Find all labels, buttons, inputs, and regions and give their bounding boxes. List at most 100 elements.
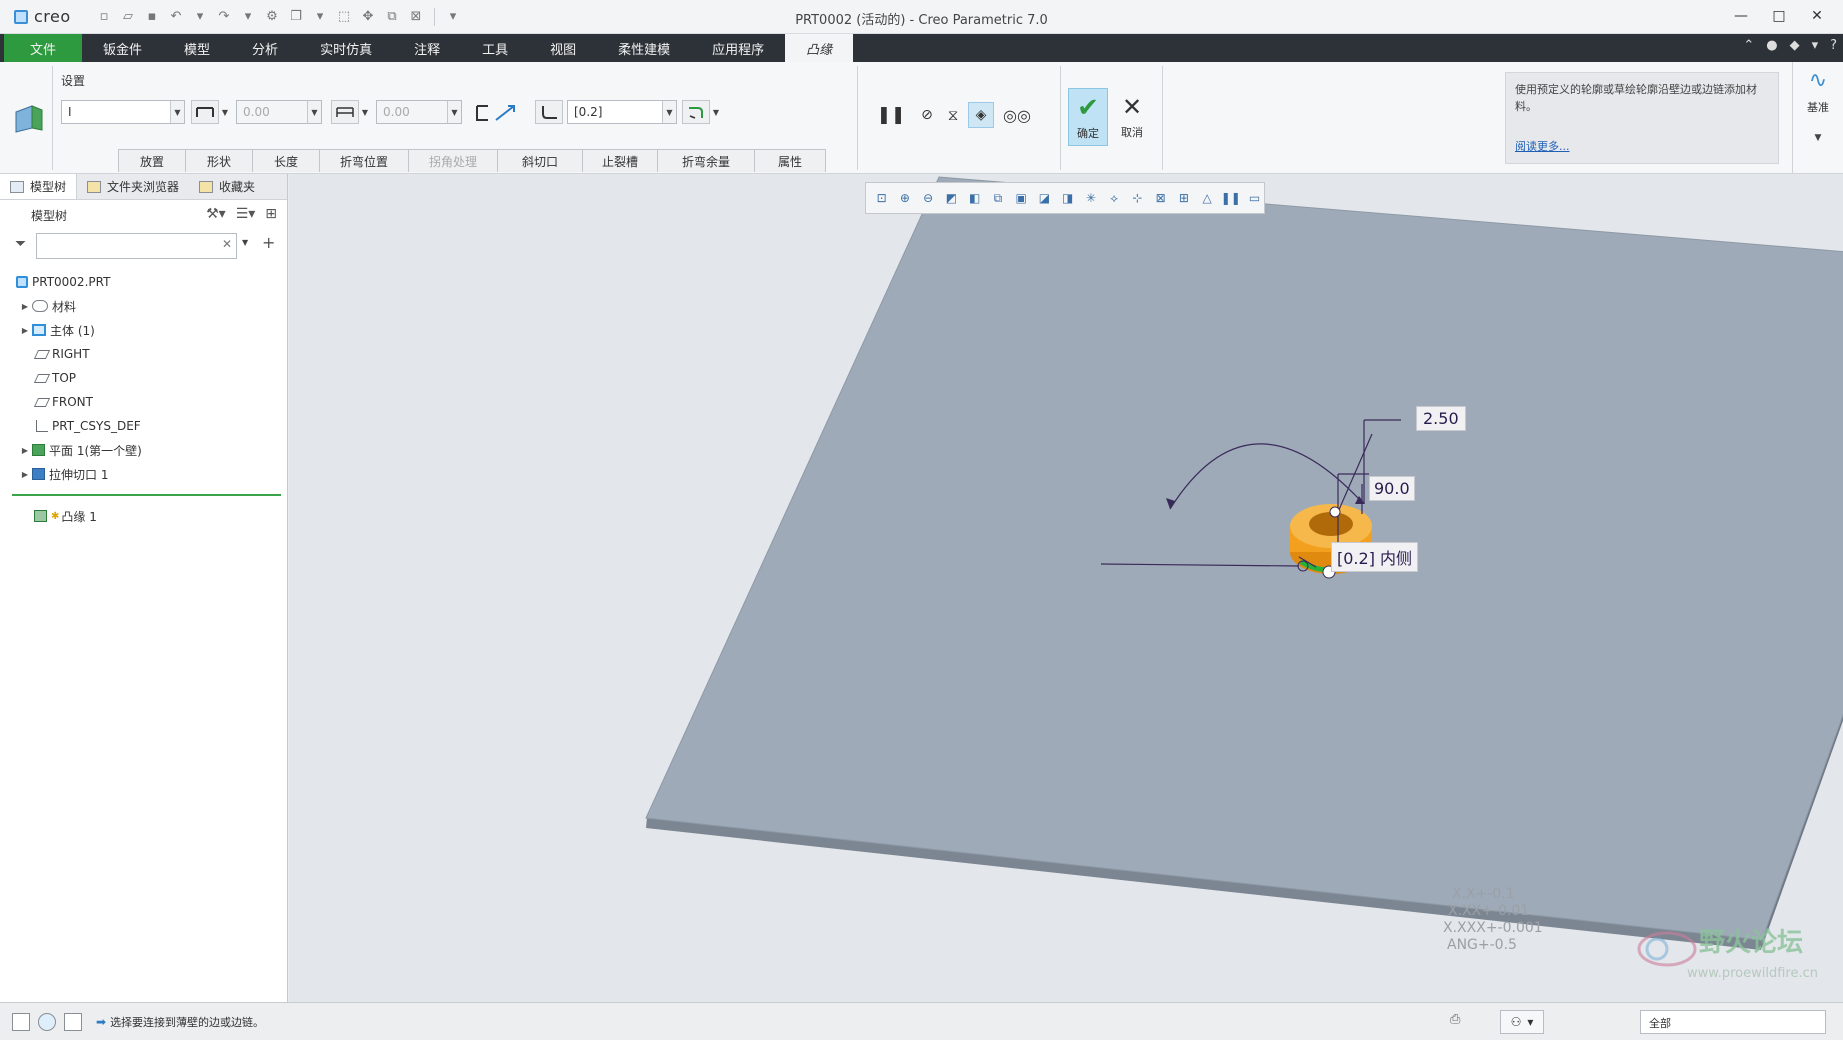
- tree-item-part[interactable]: PRT0002.PRT: [0, 270, 287, 294]
- browser-icon[interactable]: [38, 1013, 56, 1031]
- filter-icon[interactable]: ⏷: [15, 236, 26, 252]
- windows-dropdown-icon[interactable]: ▾: [310, 7, 330, 27]
- tab-placement[interactable]: 放置: [118, 149, 186, 172]
- tab-bend-position[interactable]: 折弯位置: [319, 149, 409, 172]
- menu-model[interactable]: 模型: [163, 34, 231, 62]
- expand-icon[interactable]: ▶: [18, 446, 32, 455]
- tree-settings-icon[interactable]: ⚒▾: [206, 206, 226, 222]
- expand-icon[interactable]: ▶: [18, 470, 32, 479]
- dimension-height[interactable]: 2.50: [1416, 406, 1466, 431]
- tab-corner-treatment[interactable]: 拐角处理: [408, 149, 498, 172]
- minimize-icon[interactable]: —: [1731, 6, 1751, 26]
- length-type-button[interactable]: ▼: [191, 100, 228, 124]
- tree-columns-icon[interactable]: ☰▾: [236, 206, 256, 222]
- undo-dropdown-icon[interactable]: ▾: [190, 7, 210, 27]
- redo-icon[interactable]: ↷: [214, 7, 234, 27]
- add-icon[interactable]: +: [262, 233, 275, 252]
- bend-side-button[interactable]: ▼: [682, 100, 719, 124]
- tree-item-csys[interactable]: PRT_CSYS_DEF: [0, 414, 287, 438]
- tree-item-front[interactable]: FRONT: [0, 390, 287, 414]
- printer-icon[interactable]: ⎙: [1450, 1012, 1472, 1032]
- perspective-icon[interactable]: ◪: [1035, 187, 1054, 209]
- menu-applications[interactable]: 应用程序: [691, 34, 785, 62]
- length2-input[interactable]: 0.00 ▼: [376, 100, 462, 124]
- dimension-radius[interactable]: [0.2] 内侧: [1331, 542, 1419, 572]
- menu-view[interactable]: 视图: [529, 34, 597, 62]
- hide-toolbar-icon[interactable]: ▭: [1245, 187, 1264, 209]
- close-window-icon[interactable]: ⊠: [406, 7, 426, 27]
- length1-input[interactable]: 0.00 ▼: [236, 100, 322, 124]
- graphics-viewport[interactable]: 2.50 90.0 [0.2] 内侧 ⊡ ⊕ ⊖ ◩ ◧ ⧉ ▣ ◪ ◨ ✳ ⟡…: [289, 174, 1843, 1002]
- appearance-icon[interactable]: ⊞: [1174, 187, 1193, 209]
- tree-search-input[interactable]: ✕: [36, 233, 237, 259]
- undo-icon[interactable]: ↶: [166, 7, 186, 27]
- section-icon[interactable]: ◨: [1058, 187, 1077, 209]
- annotation-display-icon[interactable]: ⟡: [1105, 187, 1124, 209]
- shape-select[interactable]: I ▼: [61, 100, 185, 124]
- saved-orientations-icon[interactable]: ⧉: [988, 187, 1007, 209]
- close-icon[interactable]: ✕: [1807, 6, 1827, 26]
- options-dropdown-icon[interactable]: ▾: [1812, 38, 1819, 53]
- cancel-button[interactable]: ✕ 取消: [1112, 88, 1152, 146]
- preview-attached-icon[interactable]: ⧖: [940, 102, 966, 128]
- tab-bend-allowance[interactable]: 折弯余量: [657, 149, 755, 172]
- view-manager-icon[interactable]: ▣: [1012, 187, 1031, 209]
- tab-properties[interactable]: 属性: [754, 149, 826, 172]
- select-box-icon[interactable]: ⬚: [334, 7, 354, 27]
- tree-filter-icon[interactable]: ⊞: [265, 206, 277, 222]
- menu-flexible-modeling[interactable]: 柔性建模: [597, 34, 691, 62]
- datum-group[interactable]: ∿ 基准 ▼: [1792, 62, 1843, 174]
- verify-mode-icon[interactable]: ◎◎: [1003, 102, 1031, 128]
- display-style-icon[interactable]: ◧: [965, 187, 984, 209]
- collapse-ribbon-icon[interactable]: ⌃: [1743, 38, 1754, 53]
- refit-icon[interactable]: ⊡: [872, 187, 891, 209]
- help-icon[interactable]: ?: [1830, 38, 1837, 53]
- menu-live-simulation[interactable]: 实时仿真: [299, 34, 393, 62]
- read-more-link[interactable]: 阅读更多...: [1515, 138, 1570, 155]
- chevron-down-icon[interactable]: ▼: [242, 238, 248, 247]
- tab-model-tree[interactable]: 模型树: [0, 174, 78, 199]
- open-file-icon[interactable]: ▱: [118, 7, 138, 27]
- length2-type-button[interactable]: ▼: [331, 100, 368, 124]
- tree-item-top[interactable]: TOP: [0, 366, 287, 390]
- tree-item-body[interactable]: ▶ 主体 (1): [0, 318, 287, 342]
- new-file-icon[interactable]: ▫: [94, 7, 114, 27]
- find-button[interactable]: ⚇ ▾: [1500, 1010, 1544, 1034]
- triangle-icon[interactable]: △: [1198, 187, 1217, 209]
- tree-item-extrude-cut[interactable]: ▶ 拉伸切口 1: [0, 462, 287, 486]
- menu-analysis[interactable]: 分析: [231, 34, 299, 62]
- tab-shape[interactable]: 形状: [185, 149, 253, 172]
- tab-miter-cuts[interactable]: 斜切口: [497, 149, 583, 172]
- drag-handle[interactable]: [1329, 506, 1341, 518]
- menu-tools[interactable]: 工具: [461, 34, 529, 62]
- menu-annotate[interactable]: 注释: [393, 34, 461, 62]
- redo-dropdown-icon[interactable]: ▾: [238, 7, 258, 27]
- maximize-icon[interactable]: □: [1769, 6, 1789, 26]
- learning-icon[interactable]: ◆: [1790, 38, 1800, 53]
- selection-filter[interactable]: 全部: [1640, 1010, 1826, 1034]
- regenerate-icon[interactable]: ⚙: [262, 7, 282, 27]
- menu-file[interactable]: 文件: [4, 34, 83, 62]
- plate-top-face[interactable]: [645, 176, 1843, 941]
- customize-qat-icon[interactable]: ▾: [443, 7, 463, 27]
- tab-length[interactable]: 长度: [252, 149, 320, 172]
- tree-item-planar-wall[interactable]: ▶ 平面 1(第一个壁): [0, 438, 287, 462]
- insert-indicator[interactable]: [12, 494, 281, 496]
- model-display-icon[interactable]: ⊠: [1151, 187, 1170, 209]
- repaint-icon[interactable]: ◩: [942, 187, 961, 209]
- clear-icon[interactable]: ✕: [222, 237, 232, 251]
- flip-profile-button[interactable]: [474, 102, 520, 124]
- move-icon[interactable]: ✥: [358, 7, 378, 27]
- datum-display-icon[interactable]: ✳: [1081, 187, 1100, 209]
- dimension-angle[interactable]: 90.0: [1369, 476, 1415, 501]
- tab-flange[interactable]: 凸缘: [785, 34, 854, 62]
- expand-icon[interactable]: ▶: [18, 302, 32, 311]
- tab-relief[interactable]: 止裂槽: [582, 149, 658, 172]
- bend-radius-type-button[interactable]: [535, 100, 563, 124]
- tree-item-right[interactable]: RIGHT: [0, 342, 287, 366]
- pause-icon[interactable]: ❚❚: [877, 102, 906, 128]
- ok-button[interactable]: ✔ 确定: [1068, 88, 1108, 146]
- copy-icon[interactable]: ⧉: [382, 7, 402, 27]
- preview-geometry-icon[interactable]: ◈: [968, 102, 994, 128]
- full-screen-icon[interactable]: [64, 1013, 82, 1031]
